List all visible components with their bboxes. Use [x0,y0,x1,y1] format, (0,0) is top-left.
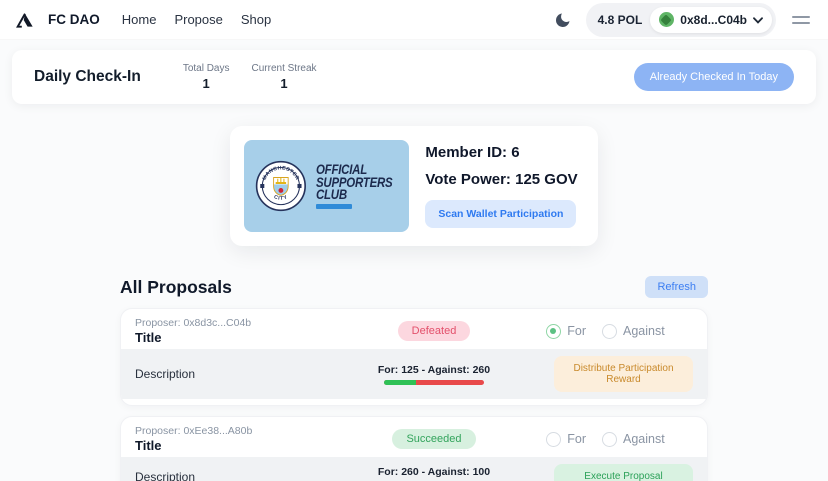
navbar: FC DAO Home Propose Shop 4.8 POL 0x8d...… [0,0,828,40]
proposals-section: All Proposals Refresh Proposer: 0x8d3c..… [120,276,708,481]
stat-label: Current Streak [252,63,317,74]
execute-proposal-button[interactable]: Execute Proposal [554,464,693,481]
radio-for-label: For [567,432,586,446]
vote-tally: For: 125 - Against: 260 [378,364,490,376]
stat-label: Total Days [183,63,230,74]
main-nav: Home Propose Shop [122,12,271,27]
wallet-address-button[interactable]: 0x8d...C04b [650,7,772,33]
brand-logo-icon [16,12,34,28]
refresh-button[interactable]: Refresh [645,276,708,298]
member-card: MANCHESTER CITY OFFICIAL [230,126,597,246]
wallet-avatar [659,12,674,27]
proposals-heading: All Proposals [120,277,232,298]
nav-link-shop[interactable]: Shop [241,12,271,27]
manchester-city-crest-icon: MANCHESTER CITY [255,157,307,215]
member-section: MANCHESTER CITY OFFICIAL [0,126,828,246]
radio-against-label: Against [623,432,665,446]
vote-against-radio[interactable]: Against [602,432,665,447]
radio-against-circle[interactable] [602,432,617,447]
vote-radios: For Against [518,432,693,447]
brand-name[interactable]: FC DAO [48,12,100,27]
distribute-reward-button[interactable]: Distribute Participation Reward [554,356,693,392]
proposal-proposer: Proposer: 0xEe38...A80b [135,425,350,437]
vote-progress-bar [384,380,484,385]
radio-against-label: Against [623,324,665,338]
vote-tally: For: 260 - Against: 100 [378,466,490,478]
menu-icon[interactable] [790,12,812,28]
member-info: Member ID: 6 Vote Power: 125 GOV Scan Wa… [425,144,583,228]
radio-for-circle[interactable] [546,432,561,447]
status-badge: Succeeded [392,429,475,449]
proposal-card: Proposer: 0x8d3c...C04b Title Defeated F… [120,308,708,406]
proposal-description: Description [135,367,350,381]
nav-link-home[interactable]: Home [122,12,157,27]
scan-wallet-participation-button[interactable]: Scan Wallet Participation [425,200,576,228]
stat-value: 1 [252,76,317,91]
dark-mode-moon-icon[interactable] [554,11,572,29]
checkin-title: Daily Check-In [34,68,141,86]
already-checked-in-button[interactable]: Already Checked In Today [634,63,794,91]
stat-current-streak: Current Streak 1 [252,63,317,91]
radio-for-circle[interactable] [546,324,561,339]
wallet-balance: 4.8 POL [598,13,643,27]
radio-against-circle[interactable] [602,324,617,339]
vote-for-radio[interactable]: For [546,432,586,447]
proposal-proposer: Proposer: 0x8d3c...C04b [135,317,350,329]
vote-for-radio[interactable]: For [546,324,586,339]
vote-against-radio[interactable]: Against [602,324,665,339]
stat-value: 1 [183,76,230,91]
proposal-title: Title [135,330,350,345]
wallet-address: 0x8d...C04b [680,13,747,27]
proposal-description: Description [135,470,350,481]
stat-total-days: Total Days 1 [183,63,230,91]
proposal-card: Proposer: 0xEe38...A80b Title Succeeded … [120,416,708,481]
vote-radios: For Against [518,324,693,339]
member-id: Member ID: 6 [425,144,577,161]
wallet-pill[interactable]: 4.8 POL 0x8d...C04b [586,3,776,37]
proposal-title: Title [135,438,350,453]
daily-checkin-card: Daily Check-In Total Days 1 Current Stre… [12,50,816,104]
radio-for-label: For [567,324,586,338]
status-badge: Defeated [398,321,471,341]
club-sub-mark [316,204,352,209]
supporters-club-image: MANCHESTER CITY OFFICIAL [244,140,409,232]
nav-link-propose[interactable]: Propose [174,12,222,27]
supporters-club-text: OFFICIAL SUPPORTERS CLUB [316,163,392,201]
vote-power: Vote Power: 125 GOV [425,171,577,188]
chevron-down-icon [753,11,763,29]
